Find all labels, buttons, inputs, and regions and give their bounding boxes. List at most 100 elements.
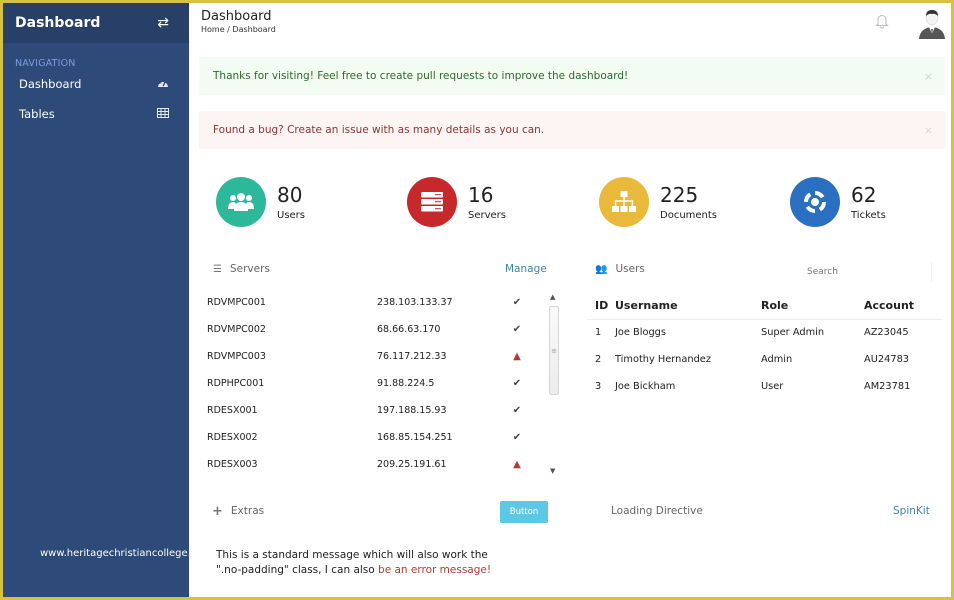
server-ip: 238.103.133.37 xyxy=(377,297,453,308)
error-message-text: be an error message! xyxy=(378,564,492,576)
cell-id: 2 xyxy=(595,354,602,365)
loading-panel-header: Loading Directive xyxy=(611,501,703,521)
check-icon: ✔ xyxy=(512,378,522,389)
server-row[interactable]: RDVMPC002 68.66.63.170 ✔ xyxy=(207,316,562,343)
sidebar-item-label: Tables xyxy=(19,107,55,121)
top-bar: Dashboard Home / Dashboard xyxy=(189,3,951,43)
servers-list: RDVMPC001 238.103.133.37 ✔ RDVMPC002 68.… xyxy=(207,289,562,478)
server-name: RDESX002 xyxy=(207,432,258,443)
column-header-role[interactable]: Role xyxy=(761,292,864,320)
warning-icon: ▲ xyxy=(513,459,521,470)
close-icon[interactable]: × xyxy=(924,70,933,83)
server-ip: 91.88.224.5 xyxy=(377,378,435,389)
table-row[interactable]: 1 Joe Bloggs Super Admin AZ23045 xyxy=(587,319,943,346)
sidebar-item-dashboard[interactable]: Dashboard xyxy=(3,69,189,99)
stat-value: 16 xyxy=(468,182,494,207)
watermark-text: www.heritagechristiancollege.com xyxy=(40,548,213,559)
sidebar-item-label: Dashboard xyxy=(19,77,82,91)
server-name: RDESX001 xyxy=(207,405,258,416)
cell-role: Super Admin xyxy=(761,327,825,339)
alert-text: Found a bug? Create an issue with as man… xyxy=(213,124,545,136)
server-ip: 168.85.154.251 xyxy=(377,432,453,443)
server-row[interactable]: RDVMPC003 76.117.212.33 ▲ xyxy=(207,343,562,370)
cell-username: Joe Bickham xyxy=(615,381,676,392)
stat-label: Servers xyxy=(468,209,507,221)
extras-message: This is a standard message which will al… xyxy=(216,548,516,578)
stat-documents: 225 Documents xyxy=(599,177,717,227)
server-ip: 76.117.212.33 xyxy=(377,351,447,362)
server-ip: 68.66.63.170 xyxy=(377,324,441,335)
exchange-arrows-icon[interactable]: ⇄ xyxy=(157,16,169,30)
lifering-icon xyxy=(790,177,840,227)
cell-id: 3 xyxy=(595,381,602,392)
manage-link[interactable]: Manage xyxy=(505,259,547,279)
server-row[interactable]: RDESX003 209.25.191.61 ▲ xyxy=(207,451,562,478)
cell-username: Joe Bloggs xyxy=(615,327,667,339)
nav-section-title: NAVIGATION xyxy=(15,58,76,69)
table-row[interactable]: 2 Timothy Hernandez Admin AU24783 xyxy=(587,346,943,373)
stat-label: Documents xyxy=(660,209,718,221)
danger-alert: Found a bug? Create an issue with as man… xyxy=(199,111,945,149)
server-row[interactable]: RDVMPC001 238.103.133.37 ✔ xyxy=(207,289,562,316)
server-row[interactable]: RDESX002 168.85.154.251 ✔ xyxy=(207,424,562,451)
loading-panel-title: Loading Directive xyxy=(611,505,703,517)
close-icon[interactable]: × xyxy=(924,124,933,137)
stats-row: 80 Users 16 Servers 225 Documents 62 Tic… xyxy=(216,177,951,229)
cell-account: AU24783 xyxy=(864,354,910,365)
stat-value: 80 xyxy=(277,182,303,207)
extras-button[interactable]: Button xyxy=(500,501,548,523)
bell-icon[interactable] xyxy=(875,13,889,29)
cell-role: User xyxy=(761,381,784,392)
cell-account: AM23781 xyxy=(864,381,911,392)
extras-panel-header: + Extras xyxy=(212,501,264,521)
stat-label: Users xyxy=(277,209,306,221)
user-avatar-icon[interactable] xyxy=(917,7,947,39)
server-name: RDESX003 xyxy=(207,459,258,470)
scroll-up-arrow-icon[interactable]: ▲ xyxy=(550,293,555,301)
main-content: Dashboard Home / Dashboard Thanks for vi… xyxy=(189,3,951,597)
scroll-down-arrow-icon[interactable]: ▼ xyxy=(550,467,555,475)
users-panel-title: Users xyxy=(615,263,645,275)
sitemap-icon xyxy=(599,177,649,227)
users-icon: 👥 xyxy=(595,263,608,275)
breadcrumb[interactable]: Home / Dashboard xyxy=(201,25,951,34)
stat-tickets: 62 Tickets xyxy=(790,177,886,227)
spinkit-link[interactable]: SpinKit xyxy=(893,501,930,521)
servers-panel-header: ☰ Servers xyxy=(213,259,270,279)
users-icon xyxy=(216,177,266,227)
servers-panel-title: Servers xyxy=(229,263,270,275)
table-header-row: ID Username Role Account xyxy=(587,292,943,320)
column-header-username[interactable]: Username xyxy=(615,292,761,320)
plus-icon: + xyxy=(212,503,223,519)
server-name: RDPHPC001 xyxy=(207,378,265,389)
column-header-id[interactable]: ID xyxy=(587,292,615,320)
sidebar-header: Dashboard ⇄ xyxy=(3,3,189,43)
server-list-icon: ☰ xyxy=(213,263,222,275)
table-row[interactable]: 3 Joe Bickham User AM23781 xyxy=(587,373,943,400)
users-panel-header: 👥 Users xyxy=(595,259,645,279)
dashboard-gauge-icon xyxy=(157,77,169,91)
column-header-account[interactable]: Account xyxy=(864,292,943,320)
extras-panel-title: Extras xyxy=(230,505,265,517)
cell-id: 1 xyxy=(595,327,602,339)
server-ip: 197.188.15.93 xyxy=(377,405,447,416)
app-window: Dashboard ⇄ NAVIGATION Dashboard Tables … xyxy=(3,3,951,597)
stat-label: Tickets xyxy=(851,209,886,221)
alert-text: Thanks for visiting! Feel free to create… xyxy=(213,70,629,82)
stat-value: 225 xyxy=(660,182,699,207)
users-search-input[interactable] xyxy=(807,262,932,282)
warning-icon: ▲ xyxy=(513,351,521,362)
server-row[interactable]: RDESX001 197.188.15.93 ✔ xyxy=(207,397,562,424)
scrollbar-thumb[interactable]: ≡ xyxy=(549,306,559,395)
server-name: RDVMPC002 xyxy=(207,324,266,335)
sidebar: Dashboard ⇄ NAVIGATION Dashboard Tables xyxy=(3,3,189,597)
stat-value: 62 xyxy=(851,182,877,207)
users-table: ID Username Role Account 1 Joe Bloggs Su… xyxy=(587,292,943,400)
check-icon: ✔ xyxy=(512,432,522,443)
server-row[interactable]: RDPHPC001 91.88.224.5 ✔ xyxy=(207,370,562,397)
server-name: RDVMPC001 xyxy=(207,297,266,308)
check-icon: ✔ xyxy=(512,324,522,335)
table-grid-icon xyxy=(157,107,169,121)
sidebar-item-tables[interactable]: Tables xyxy=(3,99,189,129)
page-title: Dashboard xyxy=(201,9,272,24)
